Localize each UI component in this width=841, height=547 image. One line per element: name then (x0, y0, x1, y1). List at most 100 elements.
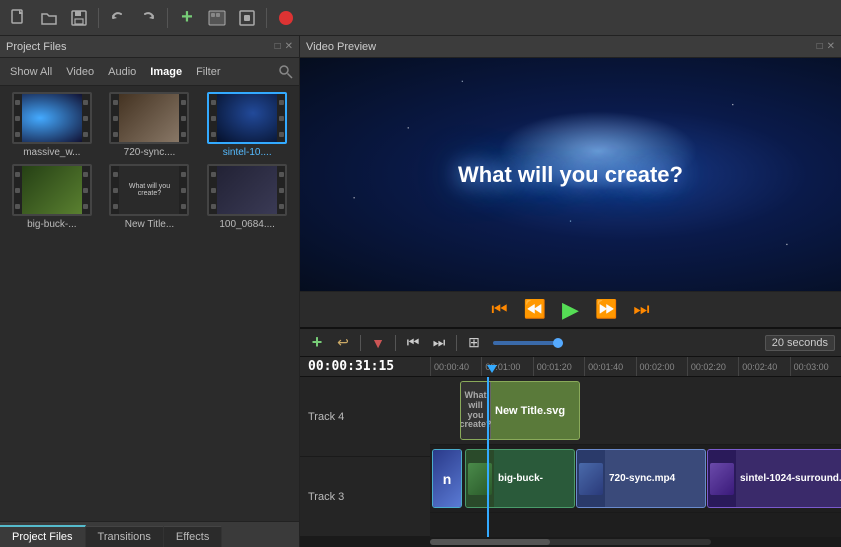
tl-sep-1 (360, 335, 361, 351)
thumb-720-sync[interactable]: 720-sync.... (104, 92, 196, 158)
clip-small-1[interactable]: n (432, 449, 462, 508)
toolbar: + (0, 0, 841, 36)
filter-all-btn[interactable]: Show All (6, 64, 56, 80)
playback-controls: ⏮ ⏪ ▶ ⏩ ⏭ (300, 291, 841, 327)
tl-prev-btn[interactable]: ⏮ (402, 332, 424, 354)
minimize-icon[interactable]: □ (275, 41, 281, 52)
tl-lock-btn[interactable]: ⊞ (463, 332, 485, 354)
tracks-content: What willyoucreate? New Title.svg n (430, 377, 841, 537)
project-files-header: Project Files □ ✕ (0, 36, 299, 58)
track-label-3: Track 3 (300, 457, 430, 537)
clip-label-720-sync: 720-sync.mp4 (605, 473, 679, 484)
thumb-label-massive-w: massive_w... (23, 147, 80, 158)
playhead-ruler-marker (487, 365, 497, 373)
timecode-display: 00:00:31:15 (300, 359, 430, 374)
play-btn[interactable]: ▶ (558, 295, 583, 325)
ruler-mark-5: 00:02:20 (687, 357, 738, 376)
save-btn[interactable] (66, 5, 92, 31)
bottom-tabs: Project Files Transitions Effects (0, 521, 299, 547)
tl-add-btn[interactable]: + (306, 332, 328, 354)
video-preview-area[interactable]: What will you create? (300, 58, 841, 291)
thumb-label-100-0684: 100_0684.... (219, 219, 275, 230)
scrollbar-track[interactable] (430, 539, 711, 545)
preview-title: Video Preview (306, 41, 376, 53)
tl-filter-btn[interactable]: ▼ (367, 332, 389, 354)
thumb-label-sintel: sintel-10.... (223, 147, 272, 158)
filter-image-btn[interactable]: Image (146, 64, 186, 80)
ruler-mark-0: 00:00:40 (430, 357, 481, 376)
clip-sintel[interactable]: sintel-1024-surround.mp4 (707, 449, 841, 508)
video-overlay-text: What will you create? (458, 162, 683, 188)
track-label-4: Track 4 (300, 377, 430, 457)
filter-bar: Show All Video Audio Image Filter (0, 58, 299, 86)
thumb-label-720-sync: 720-sync.... (124, 147, 176, 158)
main-layout: Project Files □ ✕ Show All Video Audio I… (0, 36, 841, 547)
left-panel: Project Files □ ✕ Show All Video Audio I… (0, 36, 300, 547)
separator-2 (167, 8, 168, 28)
ruler-mark-7: 00:03:00 (790, 357, 841, 376)
thumb-label-new-title: New Title... (125, 219, 174, 230)
clip-label-sintel: sintel-1024-surround.mp4 (736, 473, 841, 484)
thumb-100-0684[interactable]: 100_0684.... (201, 164, 293, 230)
clip-720-sync[interactable]: 720-sync.mp4 (576, 449, 706, 508)
redo-btn[interactable] (135, 5, 161, 31)
tl-next-btn[interactable]: ⏭ (428, 332, 450, 354)
track-row-4: What willyoucreate? New Title.svg (430, 377, 841, 445)
tab-transitions[interactable]: Transitions (86, 526, 164, 547)
timeline-ruler: 00:00:31:15 00:00:40 00:01:00 00:01:20 0… (300, 357, 841, 377)
clip-big-buck[interactable]: big-buck- (465, 449, 575, 508)
close-icon[interactable]: ✕ (285, 41, 293, 52)
preview-minimize-icon[interactable]: □ (817, 41, 823, 52)
timeline: + ↩ ▼ ⏮ ⏭ ⊞ 20 seconds 00:00:31:1 (300, 327, 841, 547)
thumbnail-grid: massive_w... 720-sync.... sintel-10.... (0, 86, 299, 521)
tl-sep-2 (395, 335, 396, 351)
fast-forward-btn[interactable]: ⏩ (591, 297, 621, 322)
fullscreen-btn[interactable] (234, 5, 260, 31)
ruler-mark-4: 00:02:00 (636, 357, 687, 376)
track-labels: Track 4 Track 3 (300, 377, 430, 537)
separator-1 (98, 8, 99, 28)
timeline-scrollbar (300, 537, 841, 547)
right-panel: Video Preview □ ✕ What will you create? … (300, 36, 841, 547)
thumb-new-title[interactable]: What will you create? New Title... (104, 164, 196, 230)
new-btn[interactable] (6, 5, 32, 31)
title-btn[interactable] (204, 5, 230, 31)
scrollbar-thumb[interactable] (430, 539, 550, 545)
project-files-title: Project Files (6, 41, 67, 53)
filter-search (279, 65, 293, 79)
ruler-mark-3: 00:01:40 (584, 357, 635, 376)
clip-label-new-title: New Title.svg (491, 405, 569, 417)
preview-header-icons: □ ✕ (817, 41, 835, 52)
skip-end-btn[interactable]: ⏭ (629, 297, 653, 322)
open-btn[interactable] (36, 5, 62, 31)
thumb-sintel-10[interactable]: sintel-10.... (201, 92, 293, 158)
add-clip-btn[interactable]: + (174, 5, 200, 31)
clip-new-title[interactable]: What willyoucreate? New Title.svg (460, 381, 580, 440)
preview-close-icon[interactable]: ✕ (827, 41, 835, 52)
tl-sep-3 (456, 335, 457, 351)
timeline-toolbar: + ↩ ▼ ⏮ ⏭ ⊞ 20 seconds (300, 329, 841, 357)
separator-3 (266, 8, 267, 28)
skip-start-btn[interactable]: ⏮ (487, 297, 511, 322)
tracks-area: Track 4 Track 3 (300, 377, 841, 537)
preview-header: Video Preview □ ✕ (300, 36, 841, 58)
clip-label-big-buck: big-buck- (494, 473, 547, 484)
search-icon (279, 65, 293, 79)
thumb-big-buck[interactable]: big-buck-... (6, 164, 98, 230)
undo-btn[interactable] (105, 5, 131, 31)
filter-filter-btn[interactable]: Filter (192, 64, 224, 80)
tab-effects[interactable]: Effects (164, 526, 222, 547)
ruler-mark-6: 00:02:40 (738, 357, 789, 376)
video-background: What will you create? (300, 58, 841, 291)
tab-project-files[interactable]: Project Files (0, 525, 86, 547)
track-row-3: n big-buck- (430, 445, 841, 513)
thumb-massive-w[interactable]: massive_w... (6, 92, 98, 158)
tl-remove-btn[interactable]: ↩ (332, 332, 354, 354)
zoom-label: 20 seconds (765, 335, 835, 351)
filter-video-btn[interactable]: Video (62, 64, 98, 80)
ruler-mark-2: 00:01:20 (533, 357, 584, 376)
record-btn[interactable] (273, 5, 299, 31)
header-icons: □ ✕ (275, 41, 293, 52)
rewind-btn[interactable]: ⏪ (520, 297, 550, 322)
filter-audio-btn[interactable]: Audio (104, 64, 140, 80)
